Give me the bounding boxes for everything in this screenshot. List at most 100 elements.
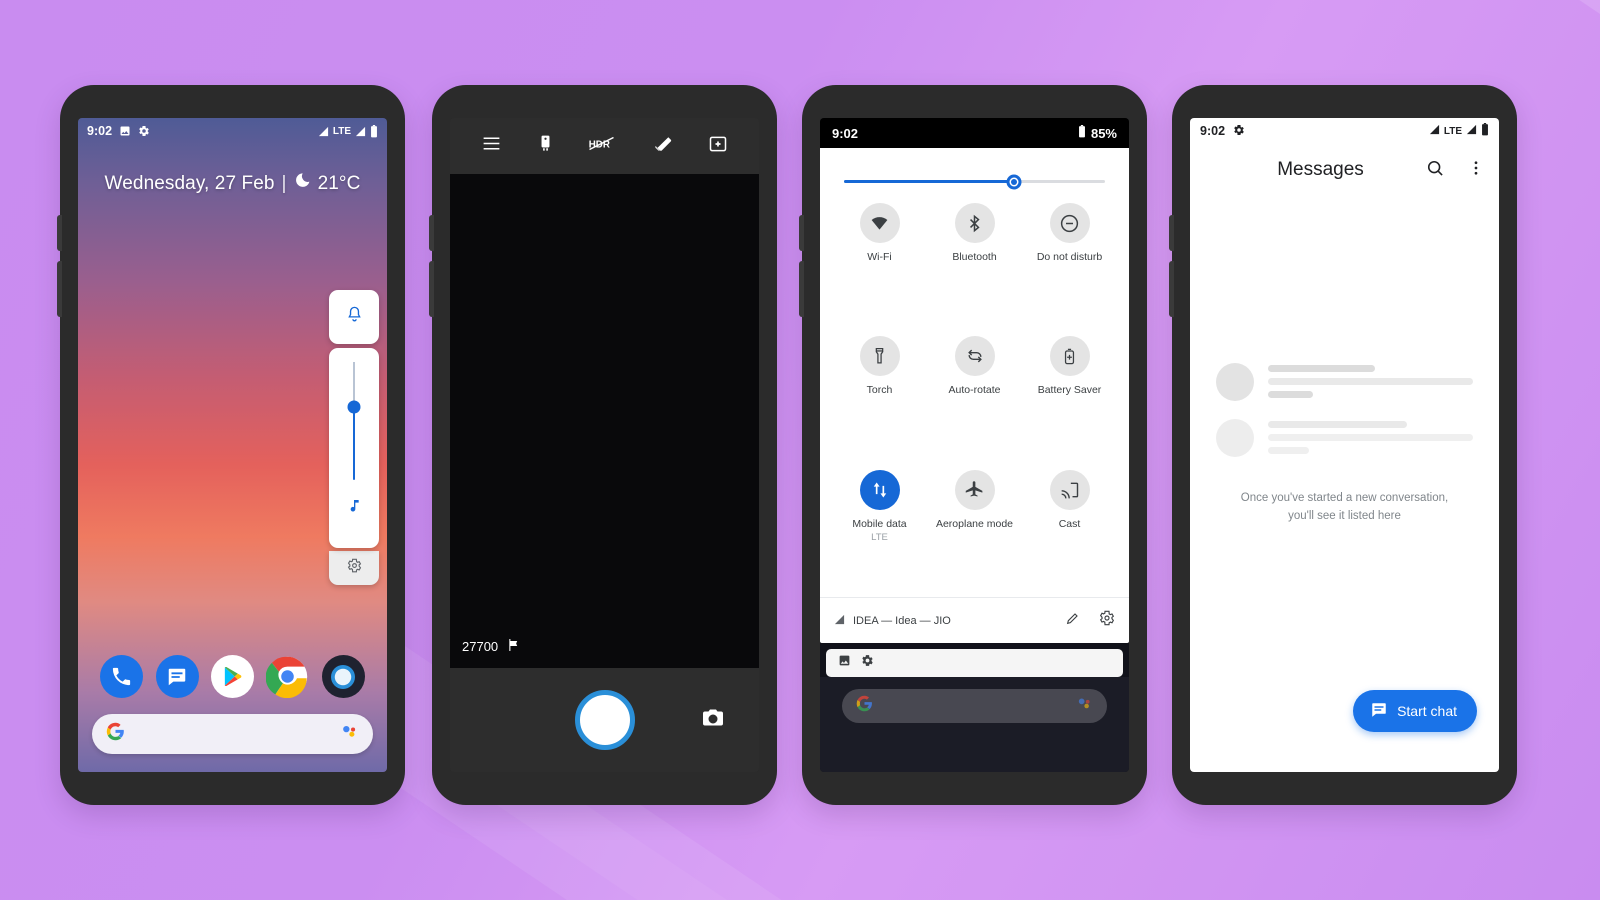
qs-tile-do-not-disturb[interactable]: Do not disturb bbox=[1022, 197, 1117, 330]
volume-up-button[interactable] bbox=[429, 215, 434, 251]
quick-settings-tiles: Wi-Fi Bluetooth Do not disturb Torch Auto-ro… bbox=[820, 193, 1129, 597]
bluetooth-icon bbox=[954, 203, 995, 243]
start-chat-label: Start chat bbox=[1397, 703, 1457, 719]
qs-tile-label: Auto-rotate bbox=[948, 384, 1001, 397]
torch-icon bbox=[859, 336, 900, 377]
image-icon bbox=[119, 125, 131, 137]
auto-rotate-icon bbox=[954, 336, 995, 377]
pencil-icon[interactable] bbox=[1065, 610, 1081, 631]
assistant-icon[interactable] bbox=[340, 722, 359, 746]
messages-screen: 9:02 LTE Messages Once you've started a … bbox=[1190, 118, 1499, 772]
cast-icon bbox=[1049, 469, 1090, 510]
quick-settings-panel: Wi-Fi Bluetooth Do not disturb Torch Auto-ro… bbox=[820, 148, 1129, 643]
volume-up-button[interactable] bbox=[1169, 215, 1174, 251]
skeleton-line bbox=[1268, 378, 1473, 386]
background-streak bbox=[1520, 0, 1600, 743]
camera-toolbar: HDR bbox=[450, 118, 759, 174]
quick-settings-footer: IDEA — Idea — JIO bbox=[820, 597, 1129, 643]
chat-bubble-icon bbox=[1370, 701, 1388, 722]
status-bar: 9:02 85% bbox=[820, 118, 1129, 148]
assistant-icon[interactable] bbox=[1076, 695, 1093, 717]
app-icon-camera[interactable] bbox=[321, 655, 365, 698]
signal-icon bbox=[355, 126, 366, 137]
brightness-slider[interactable] bbox=[820, 148, 1129, 193]
filter-icon[interactable] bbox=[652, 133, 674, 160]
qs-tile-label: Battery Saver bbox=[1037, 384, 1102, 397]
google-g-icon bbox=[856, 695, 873, 717]
volume-down-button[interactable] bbox=[429, 261, 434, 317]
volume-down-button[interactable] bbox=[57, 261, 62, 317]
date-text: Wednesday, 27 Feb bbox=[104, 172, 275, 194]
network-type: LTE bbox=[332, 125, 351, 137]
brightness-icon[interactable] bbox=[1005, 173, 1023, 191]
empty-state-line-1: Once you've started a new conversation, bbox=[1240, 491, 1449, 504]
skeleton-line bbox=[1268, 365, 1375, 373]
flash-icon[interactable] bbox=[536, 134, 555, 158]
viewfinder-counter: 27700 bbox=[462, 637, 522, 656]
qs-tile-bluetooth[interactable]: Bluetooth bbox=[927, 197, 1022, 330]
volume-up-button[interactable] bbox=[799, 215, 804, 251]
camera-switch-icon[interactable] bbox=[701, 706, 725, 735]
avatar bbox=[1216, 418, 1254, 457]
start-chat-button[interactable]: Start chat bbox=[1353, 690, 1477, 732]
carrier-label: IDEA — Idea — JIO bbox=[853, 614, 951, 627]
brightness-track[interactable] bbox=[844, 174, 1105, 189]
app-icon-phone[interactable] bbox=[100, 655, 144, 698]
qs-tile-label: Mobile data bbox=[852, 517, 907, 530]
wifi-icon bbox=[859, 203, 900, 243]
phone-quick-settings: 9:02 85% Wi-Fi Bluetooth Do not disturb … bbox=[799, 85, 1147, 805]
gear-icon bbox=[138, 125, 150, 137]
qs-tile-label: Aeroplane mode bbox=[935, 517, 1014, 530]
date-weather-widget[interactable]: Wednesday, 27 Feb | 21°C bbox=[78, 172, 387, 195]
hdr-off-icon[interactable]: HDR bbox=[588, 134, 618, 158]
qs-tile-torch[interactable]: Torch bbox=[832, 330, 927, 463]
battery-percentage: 85% bbox=[1090, 125, 1117, 141]
moon-icon bbox=[294, 172, 311, 195]
dimmed-home-background bbox=[820, 677, 1129, 772]
gear-icon[interactable] bbox=[1099, 610, 1115, 631]
camera-viewfinder[interactable]: 27700 bbox=[450, 174, 759, 668]
volume-thumb[interactable] bbox=[347, 400, 361, 414]
phone-messages-app: 9:02 LTE Messages Once you've started a … bbox=[1169, 85, 1517, 805]
google-search-bar[interactable] bbox=[92, 714, 373, 754]
google-g-icon bbox=[106, 722, 125, 746]
app-icon-play-store[interactable] bbox=[210, 655, 254, 698]
gear-icon[interactable] bbox=[861, 654, 874, 672]
volume-down-button[interactable] bbox=[1169, 261, 1174, 317]
qs-tile-mobile-data[interactable]: Mobile data LTE bbox=[832, 464, 927, 597]
volume-settings-button[interactable] bbox=[329, 551, 379, 585]
qs-tile-cast[interactable]: Cast bbox=[1022, 464, 1117, 597]
phone-camera-app: HDR 27700 bbox=[429, 85, 777, 805]
footer-actions bbox=[1065, 610, 1115, 631]
skeleton-line bbox=[1268, 447, 1309, 455]
shutter-button[interactable] bbox=[574, 690, 635, 750]
app-icon-chrome[interactable] bbox=[266, 655, 309, 698]
signal-icon bbox=[834, 612, 845, 630]
volume-slider[interactable] bbox=[329, 348, 379, 548]
qs-tile-label: Bluetooth bbox=[952, 251, 997, 263]
empty-state-text: Once you've started a new conversation, … bbox=[1241, 489, 1448, 526]
app-dock bbox=[78, 655, 387, 698]
dimmed-search-bar[interactable] bbox=[842, 689, 1107, 723]
qs-tile-aeroplane-mode[interactable]: Aeroplane mode bbox=[927, 464, 1022, 597]
widget-separator: | bbox=[281, 172, 287, 194]
qs-tile-auto-rotate[interactable]: Auto-rotate bbox=[927, 330, 1022, 463]
hamburger-menu-icon[interactable] bbox=[481, 133, 502, 159]
photo-add-icon[interactable] bbox=[708, 134, 728, 159]
bell-icon bbox=[345, 305, 364, 329]
avatar bbox=[1216, 362, 1254, 401]
notification-strip[interactable] bbox=[826, 649, 1123, 677]
volume-track[interactable] bbox=[347, 362, 361, 480]
music-note-icon[interactable] bbox=[346, 498, 362, 519]
volume-up-button[interactable] bbox=[57, 215, 62, 251]
brightness-fill bbox=[844, 180, 1014, 183]
app-icon-messages[interactable] bbox=[155, 655, 199, 698]
volume-down-button[interactable] bbox=[799, 261, 804, 317]
qs-tile-wi-fi[interactable]: Wi-Fi bbox=[832, 197, 927, 330]
ringer-mode-button[interactable] bbox=[329, 290, 379, 344]
battery-icon bbox=[370, 124, 378, 138]
qs-tile-battery-saver[interactable]: Battery Saver bbox=[1022, 330, 1117, 463]
counter-value: 27700 bbox=[462, 639, 499, 654]
phone-home-screen: 9:02 LTE Wednesday, 27 Feb | 21°C bbox=[57, 85, 405, 805]
skeleton-line bbox=[1268, 434, 1473, 442]
